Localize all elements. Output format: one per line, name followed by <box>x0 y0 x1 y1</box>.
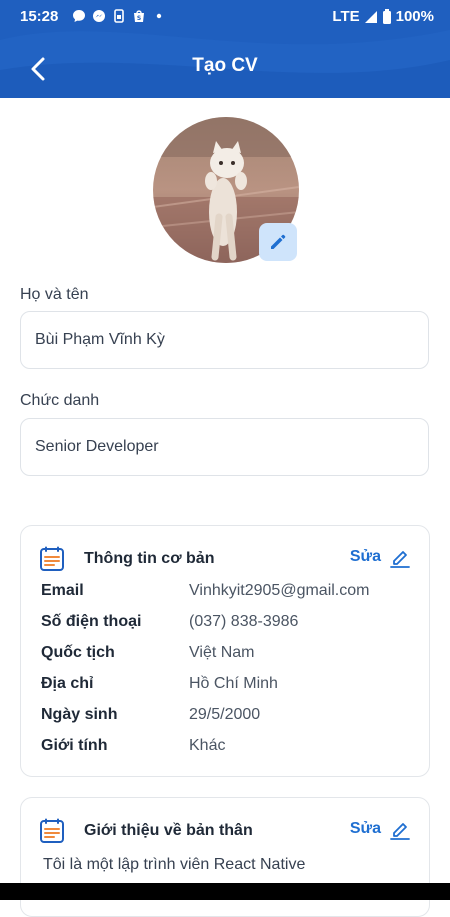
basic-info-card: Thông tin cơ bản Sửa Email Vinhkyit2905@… <box>20 525 430 777</box>
chat-icon <box>73 10 85 22</box>
battery-level: 100% <box>395 8 434 25</box>
info-row-nationality: Quốc tịch Việt Nam <box>41 644 411 666</box>
navigation-bar <box>0 883 450 900</box>
info-key: Số điện thoại <box>41 613 142 630</box>
info-row-address: Địa chỉ Hồ Chí Minh <box>41 675 411 697</box>
nav-bar: Tạo CV <box>0 40 450 94</box>
job-title-label: Chức danh <box>20 392 100 409</box>
signal-icon <box>364 10 377 23</box>
network-type: LTE <box>332 8 360 25</box>
edit-pencil-icon <box>390 551 410 568</box>
sim-icon <box>114 9 124 23</box>
battery-icon <box>382 8 391 24</box>
name-value: Bùi Phạm Vĩnh Kỳ <box>35 331 165 348</box>
info-row-phone: Số điện thoại (037) 838-3986 <box>41 613 411 635</box>
avatar-section <box>153 117 299 263</box>
basic-info-header: Thông tin cơ bản Sửa <box>39 546 411 574</box>
info-value: 29/5/2000 <box>189 706 261 723</box>
job-title-field[interactable]: Senior Developer <box>20 418 429 476</box>
edit-about-label: Sửa <box>349 820 381 837</box>
edit-basic-info-label: Sửa <box>349 548 381 565</box>
name-field[interactable]: Bùi Phạm Vĩnh Kỳ <box>20 311 429 369</box>
basic-info-title: Thông tin cơ bản <box>84 550 215 567</box>
shop-icon: S <box>134 10 144 22</box>
info-key: Email <box>41 582 84 599</box>
info-row-gender: Giới tính Khác <box>41 737 411 759</box>
document-icon <box>40 818 64 843</box>
edit-pencil-icon <box>390 823 410 840</box>
document-icon <box>40 546 64 571</box>
info-key: Quốc tịch <box>41 644 115 661</box>
edit-basic-info-button[interactable]: Sửa <box>350 546 411 568</box>
info-value: Việt Nam <box>189 644 255 661</box>
info-value: Vinhkyit2905@gmail.com <box>189 582 370 599</box>
dot-icon <box>156 13 162 19</box>
edit-about-button[interactable]: Sửa <box>350 818 411 840</box>
about-text: Tôi là một lập trình viên React Native <box>43 856 306 873</box>
name-label: Họ và tên <box>20 286 89 303</box>
info-value: Hồ Chí Minh <box>189 675 278 692</box>
about-header: Giới thiệu về bản thân Sửa <box>39 818 411 846</box>
info-value: (037) 838-3986 <box>189 613 299 630</box>
edit-avatar-button[interactable] <box>259 223 297 261</box>
info-key: Giới tính <box>41 737 108 754</box>
info-row-email: Email Vinhkyit2905@gmail.com <box>41 582 411 604</box>
info-row-birthday: Ngày sinh 29/5/2000 <box>41 706 411 728</box>
app-header: 15:28 S LTE 100% Tạo CV <box>0 0 450 98</box>
info-key: Ngày sinh <box>41 706 118 723</box>
info-value: Khác <box>189 737 226 754</box>
pencil-icon <box>271 234 286 249</box>
svg-text:S: S <box>137 15 141 22</box>
status-right: LTE 100% <box>332 8 434 25</box>
messenger-icon <box>93 10 105 22</box>
status-time: 15:28 <box>20 8 59 25</box>
job-title-value: Senior Developer <box>35 438 159 455</box>
info-key: Địa chỉ <box>41 675 94 692</box>
notification-icons: S <box>72 9 166 23</box>
about-title: Giới thiệu về bản thân <box>84 822 253 839</box>
page-title: Tạo CV <box>192 55 258 76</box>
status-bar: 15:28 S LTE 100% <box>0 0 450 34</box>
